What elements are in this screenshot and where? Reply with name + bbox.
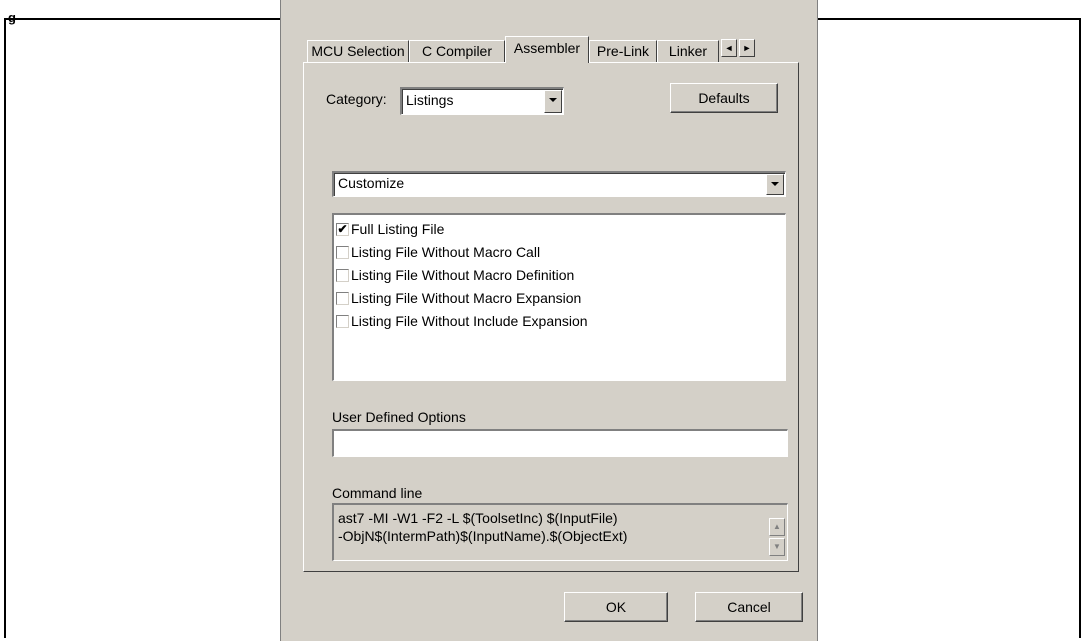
listing-mode-value: Customize [338,175,405,191]
option-label: Listing File Without Include Expansion [351,313,588,329]
command-line-text-1: ast7 -MI -W1 -F2 -L $(ToolsetInc) $(Inpu… [338,510,618,526]
scroll-down-icon[interactable]: ▼ [769,538,785,556]
listing-options-list: ✔ Full Listing File Listing File Without… [332,213,786,381]
tab-mcu-selection[interactable]: MCU Selection [307,40,409,62]
command-line-text-2: -ObjN$(IntermPath)$(InputName).$(ObjectE… [338,528,628,544]
tab-scroll-left-icon[interactable]: ◄ [721,39,737,57]
user-options-input[interactable] [332,429,788,457]
tab-scroll-right-icon[interactable]: ► [739,39,755,57]
tab-assembler[interactable]: Assembler [505,36,589,63]
command-line-box: ast7 -MI -W1 -F2 -L $(ToolsetInc) $(Inpu… [332,503,788,561]
scroll-up-icon[interactable]: ▲ [769,518,785,536]
assembler-panel: Category: Listings Defaults Customize ✔ … [303,62,799,572]
category-value: Listings [406,92,454,108]
listing-mode-dropdown[interactable]: Customize [332,171,786,197]
command-line-label: Command line [332,485,423,501]
checkbox-checked-icon[interactable]: ✔ [336,223,349,236]
option-label: Listing File Without Macro Expansion [351,290,582,306]
checkbox-icon[interactable] [336,292,349,305]
category-label: Category: [326,91,387,107]
checkbox-icon[interactable] [336,315,349,328]
tab-pre-link[interactable]: Pre-Link [589,40,657,62]
chevron-down-icon[interactable] [544,90,562,113]
checkbox-icon[interactable] [336,269,349,282]
option-label: Full Listing File [351,221,445,237]
tab-linker[interactable]: Linker [657,40,719,62]
checkbox-icon[interactable] [336,246,349,259]
category-dropdown[interactable]: Listings [400,87,564,115]
ok-button[interactable]: OK [564,592,668,622]
option-label: Listing File Without Macro Definition [351,267,575,283]
project-settings-dialog: MCU Selection C Compiler Assembler Pre-L… [280,0,818,641]
user-options-label: User Defined Options [332,409,466,425]
chevron-down-icon[interactable] [766,174,784,195]
figure-caption-fragment: g [8,10,16,25]
tab-c-compiler[interactable]: C Compiler [409,40,505,62]
option-label: Listing File Without Macro Call [351,244,541,260]
cancel-button[interactable]: Cancel [695,592,803,622]
defaults-button[interactable]: Defaults [670,83,778,113]
